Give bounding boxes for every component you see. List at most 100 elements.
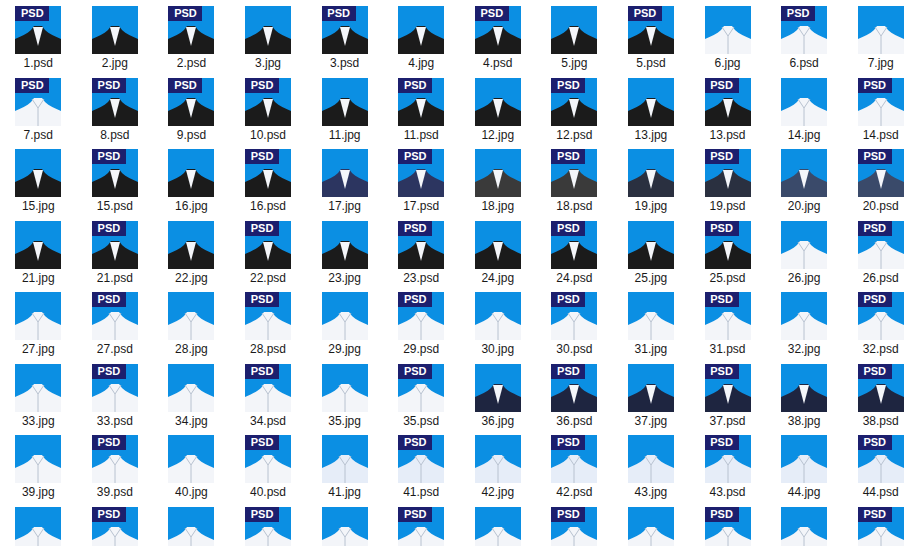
file-item[interactable]: 21.jpg xyxy=(0,221,77,293)
file-item[interactable]: PSD9.psd xyxy=(153,78,230,150)
file-item[interactable]: PSD2.psd xyxy=(153,6,230,78)
file-item[interactable]: PSD27.psd xyxy=(77,292,154,364)
file-item[interactable]: 6.jpg xyxy=(689,6,766,78)
file-item[interactable]: 41.jpg xyxy=(306,435,383,507)
file-item[interactable]: 38.jpg xyxy=(766,364,843,436)
file-item[interactable]: PSD18.psd xyxy=(536,149,613,221)
file-item[interactable] xyxy=(0,507,77,546)
file-item[interactable]: 32.jpg xyxy=(766,292,843,364)
file-item[interactable]: PSD16.psd xyxy=(230,149,307,221)
file-item[interactable] xyxy=(306,507,383,546)
file-item[interactable]: 29.jpg xyxy=(306,292,383,364)
file-item[interactable]: PSD15.psd xyxy=(77,149,154,221)
file-item[interactable]: PSD26.psd xyxy=(842,221,919,293)
file-item[interactable]: PSD37.psd xyxy=(689,364,766,436)
file-item[interactable]: 23.jpg xyxy=(306,221,383,293)
file-item[interactable]: PSD43.psd xyxy=(689,435,766,507)
file-item[interactable]: PSD20.psd xyxy=(842,149,919,221)
file-item[interactable]: 13.jpg xyxy=(613,78,690,150)
file-item[interactable]: PSD xyxy=(77,507,154,546)
file-item[interactable]: PSD39.psd xyxy=(77,435,154,507)
file-item[interactable]: PSD25.psd xyxy=(689,221,766,293)
file-item[interactable]: PSD7.psd xyxy=(0,78,77,150)
file-item[interactable]: PSD6.psd xyxy=(766,6,843,78)
file-item[interactable]: 16.jpg xyxy=(153,149,230,221)
file-item[interactable]: PSD xyxy=(689,507,766,546)
file-item[interactable] xyxy=(613,507,690,546)
file-item[interactable]: PSD19.psd xyxy=(689,149,766,221)
file-item[interactable]: 43.jpg xyxy=(613,435,690,507)
file-item[interactable]: PSD17.psd xyxy=(383,149,460,221)
file-item[interactable]: PSD xyxy=(230,507,307,546)
file-item[interactable]: 22.jpg xyxy=(153,221,230,293)
file-item[interactable]: 7.jpg xyxy=(842,6,919,78)
file-item[interactable]: PSD4.psd xyxy=(460,6,537,78)
file-item[interactable]: PSD34.psd xyxy=(230,364,307,436)
file-item[interactable]: PSD36.psd xyxy=(536,364,613,436)
file-item[interactable]: PSD24.psd xyxy=(536,221,613,293)
file-item[interactable]: 15.jpg xyxy=(0,149,77,221)
file-item[interactable]: PSD29.psd xyxy=(383,292,460,364)
file-item[interactable]: PSD5.psd xyxy=(613,6,690,78)
file-item[interactable]: 24.jpg xyxy=(460,221,537,293)
file-item[interactable]: 36.jpg xyxy=(460,364,537,436)
file-item[interactable]: PSD1.psd xyxy=(0,6,77,78)
psd-badge: PSD xyxy=(245,507,279,522)
thumbnail xyxy=(475,292,521,340)
file-item[interactable]: PSD3.psd xyxy=(306,6,383,78)
file-item[interactable]: PSD42.psd xyxy=(536,435,613,507)
file-item[interactable]: 12.jpg xyxy=(460,78,537,150)
file-item[interactable]: PSD30.psd xyxy=(536,292,613,364)
file-item[interactable]: 20.jpg xyxy=(766,149,843,221)
file-item[interactable]: PSD22.psd xyxy=(230,221,307,293)
file-item[interactable]: 39.jpg xyxy=(0,435,77,507)
file-item[interactable]: 42.jpg xyxy=(460,435,537,507)
file-item[interactable]: PSD12.psd xyxy=(536,78,613,150)
file-item[interactable]: PSD44.psd xyxy=(842,435,919,507)
file-item[interactable]: 19.jpg xyxy=(613,149,690,221)
file-item[interactable]: PSD8.psd xyxy=(77,78,154,150)
file-item[interactable] xyxy=(153,507,230,546)
file-item[interactable]: 25.jpg xyxy=(613,221,690,293)
file-item[interactable]: 31.jpg xyxy=(613,292,690,364)
file-item[interactable]: 44.jpg xyxy=(766,435,843,507)
file-item[interactable]: PSD32.psd xyxy=(842,292,919,364)
file-item[interactable]: PSD13.psd xyxy=(689,78,766,150)
file-item[interactable]: PSD xyxy=(842,507,919,546)
file-item[interactable]: 28.jpg xyxy=(153,292,230,364)
file-item[interactable]: 40.jpg xyxy=(153,435,230,507)
file-item[interactable]: PSD41.psd xyxy=(383,435,460,507)
file-item[interactable]: 4.jpg xyxy=(383,6,460,78)
file-item[interactable]: 26.jpg xyxy=(766,221,843,293)
file-item[interactable]: PSD38.psd xyxy=(842,364,919,436)
file-item[interactable]: 33.jpg xyxy=(0,364,77,436)
file-item[interactable]: 27.jpg xyxy=(0,292,77,364)
file-item[interactable]: 2.jpg xyxy=(77,6,154,78)
file-item[interactable]: 11.jpg xyxy=(306,78,383,150)
file-item[interactable] xyxy=(766,507,843,546)
file-item[interactable]: 35.jpg xyxy=(306,364,383,436)
file-item[interactable]: 34.jpg xyxy=(153,364,230,436)
file-item[interactable]: 18.jpg xyxy=(460,149,537,221)
thumbnail xyxy=(168,364,214,412)
file-item[interactable]: 37.jpg xyxy=(613,364,690,436)
file-item[interactable]: 17.jpg xyxy=(306,149,383,221)
file-item[interactable]: 5.jpg xyxy=(536,6,613,78)
file-item[interactable]: PSD33.psd xyxy=(77,364,154,436)
file-name: 44.psd xyxy=(863,485,899,499)
file-item[interactable]: PSD14.psd xyxy=(842,78,919,150)
file-item[interactable]: PSD10.psd xyxy=(230,78,307,150)
file-item[interactable]: PSD23.psd xyxy=(383,221,460,293)
file-item[interactable]: PSD11.psd xyxy=(383,78,460,150)
file-item[interactable]: PSD28.psd xyxy=(230,292,307,364)
file-item[interactable]: PSD21.psd xyxy=(77,221,154,293)
file-item[interactable]: PSD40.psd xyxy=(230,435,307,507)
file-item[interactable] xyxy=(460,507,537,546)
file-item[interactable]: PSD xyxy=(536,507,613,546)
file-item[interactable]: 3.jpg xyxy=(230,6,307,78)
file-item[interactable]: PSD31.psd xyxy=(689,292,766,364)
file-item[interactable]: PSD xyxy=(383,507,460,546)
file-item[interactable]: 30.jpg xyxy=(460,292,537,364)
file-item[interactable]: 14.jpg xyxy=(766,78,843,150)
file-item[interactable]: PSD35.psd xyxy=(383,364,460,436)
